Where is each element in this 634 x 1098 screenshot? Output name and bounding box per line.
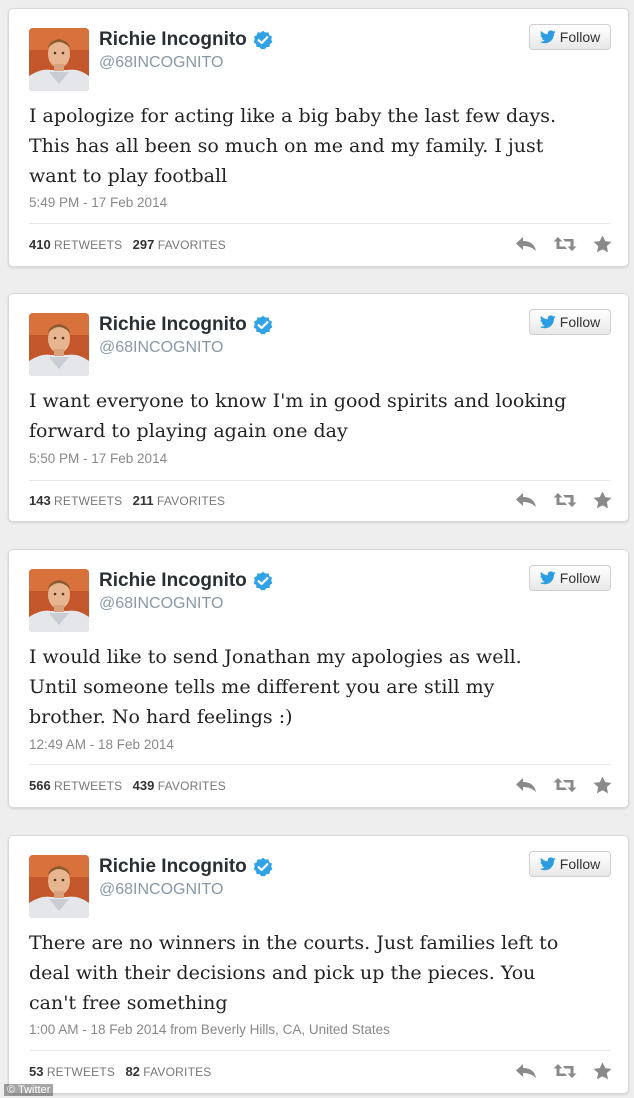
star-icon[interactable] bbox=[593, 776, 612, 794]
tweet-card: Richie Incognito @68INCOGNITO Follow I w… bbox=[8, 293, 629, 522]
follow-button[interactable]: Follow bbox=[529, 565, 611, 591]
divider bbox=[29, 764, 610, 765]
tweet-text: I want everyone to know I'm in good spir… bbox=[29, 390, 567, 442]
favorite-count[interactable]: 211 bbox=[133, 493, 154, 508]
tweet-timestamp[interactable]: 12:49 AM - 18 Feb 2014 bbox=[29, 737, 174, 752]
tweet-stats: 410 RETWEETS 297 FAVORITES bbox=[29, 237, 233, 252]
author-handle[interactable]: @68INCOGNITO bbox=[99, 54, 223, 72]
retweet-count[interactable]: 143 bbox=[29, 493, 51, 508]
retweet-icon[interactable] bbox=[553, 236, 577, 252]
reply-icon[interactable] bbox=[515, 777, 537, 793]
retweet-count[interactable]: 566 bbox=[29, 778, 51, 793]
favorite-label: FAVORITES bbox=[143, 1065, 212, 1079]
author-name[interactable]: Richie Incognito bbox=[99, 570, 247, 592]
follow-button[interactable]: Follow bbox=[529, 309, 611, 335]
tweet-stats: 566 RETWEETS 439 FAVORITES bbox=[29, 778, 233, 793]
retweet-icon[interactable] bbox=[553, 492, 577, 508]
favorite-label: FAVORITES bbox=[157, 779, 226, 793]
tweet-stats: 143 RETWEETS 211 FAVORITES bbox=[29, 493, 232, 508]
tweet-text: I would like to send Jonathan my apologi… bbox=[29, 646, 522, 728]
star-icon[interactable] bbox=[593, 235, 612, 253]
favorite-label: FAVORITES bbox=[157, 238, 226, 252]
divider bbox=[29, 223, 610, 224]
retweet-label: RETWEETS bbox=[46, 1065, 116, 1079]
verified-badge-icon bbox=[253, 857, 273, 877]
follow-button[interactable]: Follow bbox=[529, 851, 611, 877]
retweet-icon[interactable] bbox=[553, 1063, 577, 1079]
reply-icon[interactable] bbox=[515, 236, 537, 252]
avatar[interactable] bbox=[29, 855, 89, 918]
author-row: Richie Incognito bbox=[99, 314, 273, 336]
favorite-count[interactable]: 297 bbox=[133, 237, 155, 252]
author-name[interactable]: Richie Incognito bbox=[99, 314, 247, 336]
star-icon[interactable] bbox=[593, 491, 612, 509]
avatar[interactable] bbox=[29, 28, 89, 91]
tweet-text: There are no winners in the courts. Just… bbox=[29, 932, 559, 1014]
retweet-label: RETWEETS bbox=[54, 494, 123, 508]
author-row: Richie Incognito bbox=[99, 29, 273, 51]
tweet-actions bbox=[515, 1062, 612, 1080]
author-row: Richie Incognito bbox=[99, 570, 273, 592]
verified-badge-icon bbox=[253, 30, 273, 50]
tweet-text: I apologize for acting like a big baby t… bbox=[29, 105, 556, 187]
tweet-timestamp[interactable]: 5:49 PM - 17 Feb 2014 bbox=[29, 195, 167, 210]
reply-icon[interactable] bbox=[515, 492, 537, 508]
author-handle[interactable]: @68INCOGNITO bbox=[99, 881, 223, 899]
author-row: Richie Incognito bbox=[99, 856, 273, 878]
avatar[interactable] bbox=[29, 313, 89, 376]
tweet-card: Richie Incognito @68INCOGNITO Follow I a… bbox=[8, 8, 629, 267]
tweet-card: Richie Incognito @68INCOGNITO Follow I w… bbox=[8, 549, 629, 808]
retweet-label: RETWEETS bbox=[54, 779, 123, 793]
divider bbox=[29, 1050, 610, 1051]
author-handle[interactable]: @68INCOGNITO bbox=[99, 339, 223, 357]
twitter-watermark: © Twitter bbox=[4, 1084, 54, 1096]
author-name[interactable]: Richie Incognito bbox=[99, 856, 247, 878]
retweet-label: RETWEETS bbox=[54, 238, 123, 252]
tweet-actions bbox=[515, 776, 612, 794]
twitter-bird-icon bbox=[539, 857, 556, 871]
tweet-actions bbox=[515, 491, 612, 509]
verified-badge-icon bbox=[253, 571, 273, 591]
follow-button[interactable]: Follow bbox=[529, 24, 611, 50]
avatar[interactable] bbox=[29, 569, 89, 632]
tweet-actions bbox=[515, 235, 612, 253]
twitter-bird-icon bbox=[539, 30, 556, 44]
follow-label: Follow bbox=[559, 314, 601, 330]
follow-label: Follow bbox=[559, 856, 601, 872]
divider bbox=[29, 480, 610, 481]
retweet-icon[interactable] bbox=[553, 777, 577, 793]
author-handle[interactable]: @68INCOGNITO bbox=[99, 595, 223, 613]
favorite-label: FAVORITES bbox=[157, 494, 226, 508]
follow-label: Follow bbox=[559, 29, 601, 45]
tweet-timestamp[interactable]: 1:00 AM - 18 Feb 2014 from Beverly Hills… bbox=[29, 1022, 390, 1037]
twitter-bird-icon bbox=[539, 571, 556, 585]
retweet-count[interactable]: 410 bbox=[29, 237, 51, 252]
tweet-stats: 53 RETWEETS 82 FAVORITES bbox=[29, 1064, 219, 1079]
follow-label: Follow bbox=[559, 570, 601, 586]
favorite-count[interactable]: 439 bbox=[133, 778, 155, 793]
star-icon[interactable] bbox=[593, 1062, 612, 1080]
author-name[interactable]: Richie Incognito bbox=[99, 29, 247, 51]
favorite-count[interactable]: 82 bbox=[125, 1064, 139, 1079]
tweet-card: Richie Incognito @68INCOGNITO Follow The… bbox=[8, 835, 629, 1094]
reply-icon[interactable] bbox=[515, 1063, 537, 1079]
tweet-timestamp[interactable]: 5:50 PM - 17 Feb 2014 bbox=[29, 451, 167, 466]
verified-badge-icon bbox=[253, 315, 273, 335]
retweet-count[interactable]: 53 bbox=[29, 1064, 43, 1079]
twitter-bird-icon bbox=[539, 315, 556, 329]
